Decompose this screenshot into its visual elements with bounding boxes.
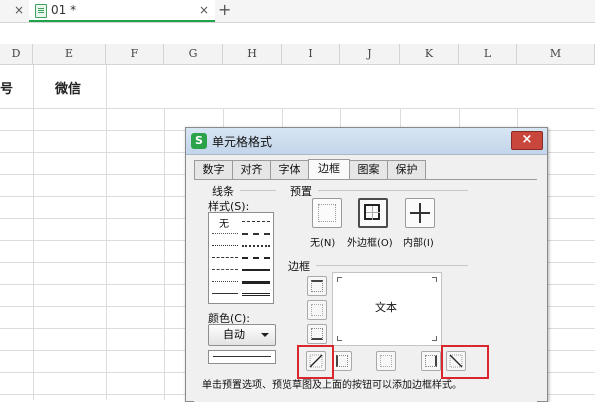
line-style-option[interactable] bbox=[242, 293, 270, 296]
column-header-m[interactable]: M bbox=[517, 44, 595, 64]
preset-outline-button[interactable] bbox=[358, 198, 388, 228]
hint-text: 单击预置选项、预览草图及上面的按钮可以添加边框样式。 bbox=[202, 380, 462, 391]
line-style-option[interactable] bbox=[212, 233, 238, 234]
border-inner-vertical bbox=[372, 206, 373, 220]
border-inner-horizontal bbox=[366, 212, 380, 213]
border-left-icon bbox=[336, 355, 348, 367]
preset-inside-label: 内部(I) bbox=[403, 238, 434, 249]
line-style-option[interactable] bbox=[242, 245, 270, 247]
preview-corner-mark bbox=[432, 336, 437, 341]
line-style-option[interactable] bbox=[242, 221, 270, 222]
cell-d2[interactable]: 号 bbox=[0, 78, 13, 97]
highlight-box-diagonal-down bbox=[441, 345, 489, 379]
border-bottom-button[interactable] bbox=[307, 324, 327, 344]
line-style-option[interactable] bbox=[212, 293, 238, 294]
tab-number[interactable]: 数字 bbox=[194, 160, 233, 179]
border-right-icon bbox=[425, 355, 437, 367]
border-bottom-icon bbox=[311, 328, 323, 340]
tab-pattern[interactable]: 图案 bbox=[349, 160, 388, 179]
column-header-l[interactable]: L bbox=[459, 44, 517, 64]
new-tab-icon[interactable]: + bbox=[218, 0, 231, 19]
tab-border[interactable]: 边框 bbox=[308, 159, 350, 180]
column-header-e[interactable]: E bbox=[33, 44, 106, 64]
border-group-label: 边框 bbox=[288, 260, 310, 273]
column-header-i[interactable]: I bbox=[282, 44, 340, 64]
grid-line bbox=[0, 108, 595, 109]
border-middle-horizontal-button[interactable] bbox=[307, 300, 327, 320]
dialog-title: 单元格格式 bbox=[212, 135, 273, 149]
preset-inside-button[interactable] bbox=[405, 198, 435, 228]
header-row-cells[interactable] bbox=[0, 65, 595, 108]
close-icon[interactable]: × bbox=[199, 3, 209, 17]
grid-line bbox=[106, 65, 107, 108]
group-divider bbox=[316, 265, 468, 266]
line-style-option[interactable] bbox=[242, 257, 270, 259]
preview-corner-mark bbox=[432, 277, 437, 282]
tab-alignment[interactable]: 对齐 bbox=[232, 160, 271, 179]
line-sample bbox=[208, 350, 276, 364]
column-header-h[interactable]: H bbox=[223, 44, 282, 64]
highlight-box-diagonal-up bbox=[297, 345, 334, 379]
color-value: 自动 bbox=[223, 328, 245, 341]
column-header-j[interactable]: J bbox=[340, 44, 400, 64]
column-header-f[interactable]: F bbox=[106, 44, 164, 64]
dialog-titlebar[interactable]: S 单元格格式 × bbox=[186, 128, 547, 155]
grid-line bbox=[33, 65, 34, 400]
cell-e2[interactable]: 微信 bbox=[55, 78, 81, 97]
format-cells-dialog: S 单元格格式 × 数字 对齐 字体 边框 图案 保护 线条 样式(S): 无 … bbox=[185, 127, 548, 402]
border-top-button[interactable] bbox=[307, 276, 327, 296]
line-style-list[interactable]: 无 bbox=[208, 212, 274, 304]
tab-font[interactable]: 字体 bbox=[270, 160, 309, 179]
border-none-icon bbox=[318, 204, 336, 222]
line-style-option[interactable] bbox=[212, 257, 238, 258]
color-dropdown[interactable]: 自动 bbox=[208, 324, 276, 346]
line-style-option[interactable] bbox=[242, 269, 270, 271]
grid-line bbox=[164, 65, 165, 400]
grid-line bbox=[106, 65, 107, 400]
column-header-g[interactable]: G bbox=[164, 44, 223, 64]
document-tab-bar: × 01 * × + bbox=[0, 0, 595, 23]
preview-text: 文本 bbox=[375, 301, 397, 314]
line-style-option[interactable] bbox=[212, 245, 238, 246]
column-header-row: D E F G H I J K L M bbox=[0, 44, 595, 65]
preset-none-button[interactable] bbox=[312, 198, 342, 228]
preset-outline-label: 外边框(O) bbox=[347, 238, 393, 249]
border-right-button[interactable] bbox=[421, 351, 441, 371]
group-divider bbox=[240, 190, 276, 191]
preview-corner-mark bbox=[337, 277, 342, 282]
line-style-option[interactable] bbox=[242, 281, 270, 284]
preset-none-label: 无(N) bbox=[310, 238, 336, 249]
grid-line bbox=[33, 65, 34, 108]
preset-group-label: 预置 bbox=[290, 185, 312, 198]
tab-protection[interactable]: 保护 bbox=[387, 160, 426, 179]
line-style-option[interactable] bbox=[212, 269, 238, 270]
sample-line bbox=[213, 356, 271, 357]
border-preview[interactable]: 文本 bbox=[332, 272, 442, 346]
tab-title: 01 * bbox=[51, 3, 77, 17]
close-button[interactable]: × bbox=[511, 131, 543, 150]
line-group-label: 线条 bbox=[212, 185, 234, 198]
close-icon[interactable]: × bbox=[14, 3, 24, 17]
group-divider bbox=[318, 190, 468, 191]
line-style-none[interactable]: 无 bbox=[219, 215, 229, 230]
border-middle-icon bbox=[311, 304, 323, 316]
border-left-button[interactable] bbox=[332, 351, 352, 371]
chevron-down-icon bbox=[261, 333, 269, 337]
border-top-icon bbox=[311, 280, 323, 292]
spreadsheet-file-icon bbox=[35, 4, 47, 18]
preview-corner-mark bbox=[337, 336, 342, 341]
wps-app-icon: S bbox=[191, 133, 207, 149]
column-header-d[interactable]: D bbox=[0, 44, 33, 64]
line-style-option[interactable] bbox=[212, 281, 238, 282]
border-middle-vertical-button[interactable] bbox=[376, 351, 396, 371]
line-style-option[interactable] bbox=[242, 233, 270, 235]
column-header-k[interactable]: K bbox=[400, 44, 459, 64]
document-tab[interactable]: 01 * × bbox=[29, 0, 215, 22]
border-inside-horizontal bbox=[410, 212, 430, 214]
border-center-icon bbox=[380, 355, 392, 367]
